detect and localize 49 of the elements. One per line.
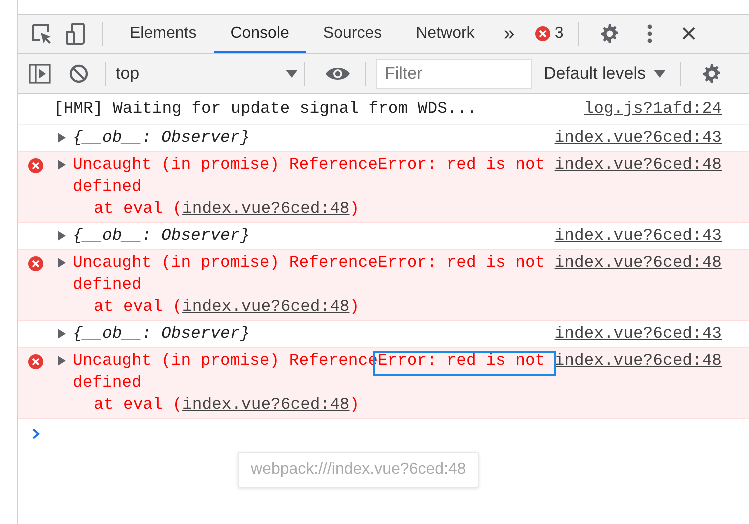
more-tabs-button[interactable]: » [492, 22, 529, 46]
error-count-button[interactable]: 3 [528, 25, 574, 43]
error-count: 3 [554, 25, 564, 43]
stack-trace: at eval (index.vue?6ced:48) [93, 296, 361, 318]
expand-arrow-icon[interactable] [58, 160, 66, 170]
levels-select[interactable]: Default levels [532, 64, 676, 84]
source-link[interactable]: index.vue?6ced:43 [554, 323, 722, 345]
log-text: [HMR] Waiting for update signal from WDS... [54, 98, 478, 120]
prompt-chevron-icon [32, 428, 41, 440]
expand-arrow-icon[interactable] [58, 133, 66, 143]
dropdown-arrow-icon [654, 70, 666, 78]
expand-arrow-icon[interactable] [58, 329, 66, 339]
source-link[interactable]: index.vue?6ced:48 [554, 350, 722, 372]
filter-field[interactable]: Filter [376, 58, 532, 88]
tooltip: webpack:///index.vue?6ced:48 [238, 452, 480, 488]
dropdown-arrow-icon [286, 70, 298, 78]
clear-icon[interactable] [69, 64, 89, 84]
settings-icon[interactable] [598, 23, 621, 45]
error-icon [28, 256, 44, 272]
stack-trace: at eval (index.vue?6ced:48) [93, 198, 361, 220]
source-link[interactable]: index.vue?6ced:48 [182, 199, 350, 218]
inspect-icon[interactable] [30, 22, 54, 46]
source-link[interactable]: log.js?1afd:24 [584, 98, 722, 120]
tab[interactable]: Network [399, 15, 492, 53]
context-select[interactable]: top [116, 64, 300, 84]
source-link[interactable]: index.vue?6ced:48 [182, 395, 350, 414]
object-preview[interactable]: {__ob__: Observer} [73, 225, 555, 247]
source-link[interactable]: index.vue?6ced:48 [182, 297, 350, 316]
source-link[interactable]: index.vue?6ced:43 [554, 127, 722, 149]
error-icon [28, 158, 44, 174]
close-button[interactable]: × [680, 20, 698, 48]
error-icon [534, 26, 551, 42]
error-icon [28, 354, 44, 370]
source-link[interactable]: index.vue?6ced:48 [554, 154, 722, 176]
more-options-icon[interactable] [646, 24, 653, 44]
tab[interactable]: Sources [306, 15, 400, 53]
settings-icon[interactable] [701, 62, 723, 84]
expand-arrow-icon[interactable] [58, 231, 66, 241]
stack-trace: at eval (index.vue?6ced:48) [93, 394, 361, 416]
eye-icon[interactable] [324, 66, 351, 82]
source-link[interactable]: index.vue?6ced:43 [554, 225, 722, 247]
expand-arrow-icon[interactable] [58, 356, 66, 366]
source-link[interactable]: index.vue?6ced:48 [554, 252, 722, 274]
expand-arrow-icon[interactable] [58, 258, 66, 268]
tab[interactable]: Elements [113, 15, 214, 53]
device-icon[interactable] [64, 22, 88, 46]
object-preview[interactable]: {__ob__: Observer} [73, 127, 555, 149]
object-preview[interactable]: {__ob__: Observer} [73, 323, 555, 345]
sidebar-toggle-icon[interactable] [29, 64, 51, 84]
